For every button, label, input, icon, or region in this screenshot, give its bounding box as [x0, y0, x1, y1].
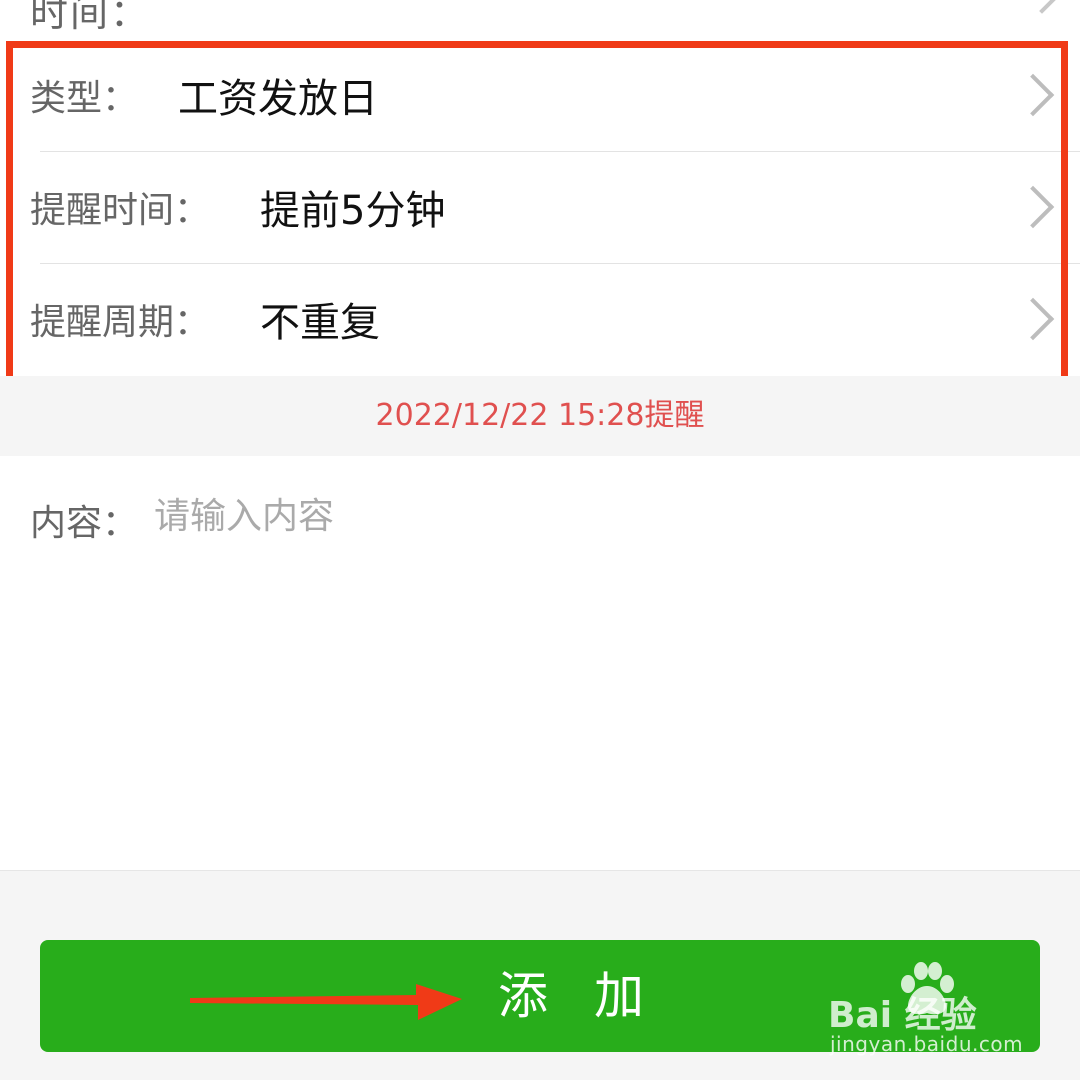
watermark-url: jingyan.baidu.com [830, 1032, 1024, 1056]
time-row-label: 时间： [30, 0, 151, 35]
chevron-right-icon [1022, 0, 1062, 14]
watermark-brand: Bai 经验 [828, 995, 977, 1036]
type-label: 类型： [30, 78, 139, 119]
remind-cycle-row[interactable]: 提醒周期： 不重复 [0, 264, 1080, 374]
baidu-watermark: Bai 经验 jingyan.baidu.com [828, 962, 1028, 1062]
chevron-right-icon [1011, 185, 1055, 229]
chevron-right-icon [1011, 73, 1055, 117]
type-value: 工资发放日 [178, 76, 378, 122]
content-label: 内容： [30, 503, 139, 544]
chevron-right-icon [1011, 297, 1055, 341]
remind-cycle-label: 提醒周期： [30, 302, 211, 343]
remind-time-label: 提醒时间： [30, 190, 211, 231]
remind-time-value: 提前5分钟 [260, 188, 446, 234]
remind-time-row[interactable]: 提醒时间： 提前5分钟 [0, 152, 1080, 262]
type-row[interactable]: 类型： 工资发放日 [0, 40, 1080, 150]
time-row[interactable]: 时间： [0, 0, 1080, 38]
add-button-label: 添加 [498, 967, 690, 1025]
content-input[interactable] [154, 486, 1034, 546]
settings-group: 类型： 工资发放日 提醒时间： 提前5分钟 提醒周期： 不重复 [0, 40, 1080, 376]
reminder-summary-strip: 2022/12/22 15:28提醒 [0, 376, 1080, 456]
remind-cycle-value: 不重复 [260, 300, 380, 346]
arrow-right-icon [190, 984, 462, 1020]
reminder-summary-text: 2022/12/22 15:28提醒 [375, 398, 705, 433]
content-area: 内容： [0, 456, 1080, 871]
